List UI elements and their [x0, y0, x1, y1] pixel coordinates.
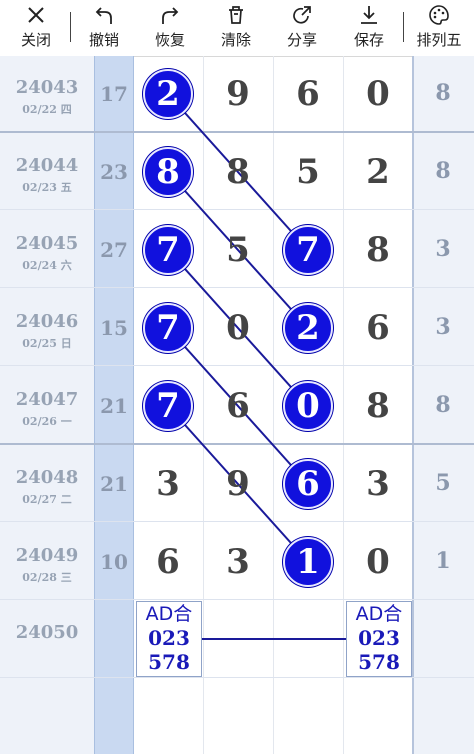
redo-button[interactable]: 恢复 — [148, 0, 192, 56]
digit-cell[interactable]: 6 — [133, 542, 203, 582]
digit-cell[interactable]: 5 — [273, 152, 343, 192]
prediction-box-left[interactable]: AD合 023 578 — [136, 601, 202, 677]
digit-cell[interactable]: 3 — [133, 464, 203, 504]
share-icon — [293, 6, 311, 24]
toolbar-divider — [70, 12, 71, 42]
digit-cell[interactable]: 6 — [343, 308, 413, 348]
lottery-type-button[interactable]: 排列五 — [412, 0, 466, 56]
hit-ball[interactable]: 8 — [143, 147, 193, 197]
prediction-box-right[interactable]: AD合 023 578 — [346, 601, 412, 677]
save-icon — [361, 6, 377, 24]
redo-label: 恢复 — [154, 31, 185, 49]
digit-cell[interactable]: 3 — [343, 464, 413, 504]
prediction-digits: 023 — [148, 626, 190, 650]
save-label: 保存 — [353, 31, 384, 49]
lottery-type-label: 排列五 — [416, 31, 462, 49]
hit-ball[interactable]: 2 — [143, 69, 193, 119]
hit-ball[interactable]: 7 — [143, 225, 193, 275]
redo-icon — [162, 7, 179, 24]
digit-cell[interactable]: 8 — [203, 152, 273, 192]
digit-cell[interactable]: 2 — [343, 152, 413, 192]
undo-label: 撤销 — [88, 31, 119, 49]
hit-ball[interactable]: 7 — [143, 381, 193, 431]
undo-button[interactable]: 撤销 — [82, 0, 126, 56]
digit-cell[interactable]: 9 — [203, 74, 273, 114]
digit-cell[interactable]: 6 — [203, 386, 273, 426]
share-button[interactable]: 分享 — [280, 0, 324, 56]
digit-cell[interactable]: 3 — [203, 542, 273, 582]
digit-cell[interactable]: 8 — [343, 386, 413, 426]
close-label: 关闭 — [20, 31, 51, 49]
clear-label: 清除 — [220, 31, 251, 49]
digit-cell[interactable]: 0 — [343, 542, 413, 582]
hit-ball[interactable]: 2 — [283, 303, 333, 353]
clear-button[interactable]: 清除 — [214, 0, 258, 56]
close-icon — [28, 7, 44, 23]
save-button[interactable]: 保存 — [347, 0, 391, 56]
trend-grid[interactable]: 24043 02/22 四 17 8 24044 02/23 五 23 8 24… — [0, 56, 474, 754]
undo-icon — [95, 7, 112, 24]
prediction-digits: 578 — [148, 650, 190, 674]
digit-cell[interactable]: 5 — [203, 230, 273, 270]
digit-cell[interactable]: 9 — [203, 464, 273, 504]
palette-icon — [429, 5, 449, 25]
hit-ball[interactable]: 1 — [283, 537, 333, 587]
prediction-title: AD合 — [145, 603, 193, 625]
hit-ball[interactable]: 7 — [283, 225, 333, 275]
prediction-title: AD合 — [355, 603, 403, 625]
toolbar: 关闭 撤销 恢复 清除 分享 保存 排列五 — [0, 0, 474, 57]
digit-cell[interactable]: 6 — [273, 74, 343, 114]
toolbar-divider — [403, 12, 404, 42]
hit-ball[interactable]: 7 — [143, 303, 193, 353]
prediction-digits: 023 — [358, 626, 400, 650]
hit-ball[interactable]: 0 — [283, 381, 333, 431]
digit-cell[interactable]: 8 — [343, 230, 413, 270]
digit-cell[interactable]: 0 — [203, 308, 273, 348]
share-label: 分享 — [286, 31, 317, 49]
prediction-digits: 578 — [358, 650, 400, 674]
close-button[interactable]: 关闭 — [14, 0, 58, 56]
clear-icon — [229, 6, 243, 24]
digit-cell[interactable]: 0 — [343, 74, 413, 114]
hit-ball[interactable]: 6 — [283, 459, 333, 509]
